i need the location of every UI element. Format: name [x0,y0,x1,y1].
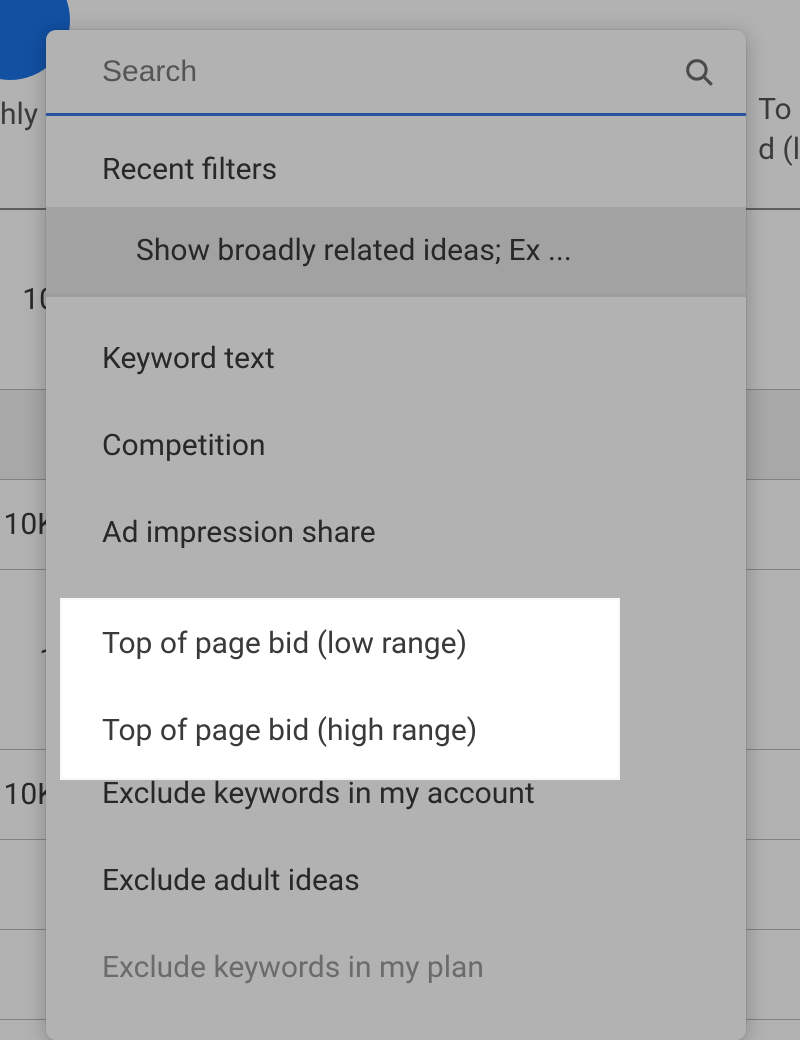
filter-dropdown: Recent filters Show broadly related idea… [46,30,746,1040]
recent-filter-item[interactable]: Show broadly related ideas; Ex ... [46,207,746,295]
search-input[interactable] [102,55,682,89]
filter-option-top-bid-low[interactable]: Top of page bid (low range) [46,576,746,663]
column-header-left-fragment: hly [0,77,30,132]
recent-filters-label: Recent filters [46,116,746,207]
filter-option-keyword-text[interactable]: Keyword text [46,315,746,402]
filter-option-exclude-account[interactable]: Exclude keywords in my account [46,750,746,837]
filter-option-exclude-plan[interactable]: Exclude keywords in my plan [46,924,746,1011]
column-header-right-fragment: To d (l [758,90,800,170]
filter-option-top-bid-high[interactable]: Top of page bid (high range) [46,663,746,750]
filter-option-ad-impression-share[interactable]: Ad impression share [46,489,746,576]
filter-option-exclude-adult[interactable]: Exclude adult ideas [46,837,746,924]
search-icon[interactable] [682,55,716,89]
search-row [46,30,746,116]
filter-option-competition[interactable]: Competition [46,402,746,489]
